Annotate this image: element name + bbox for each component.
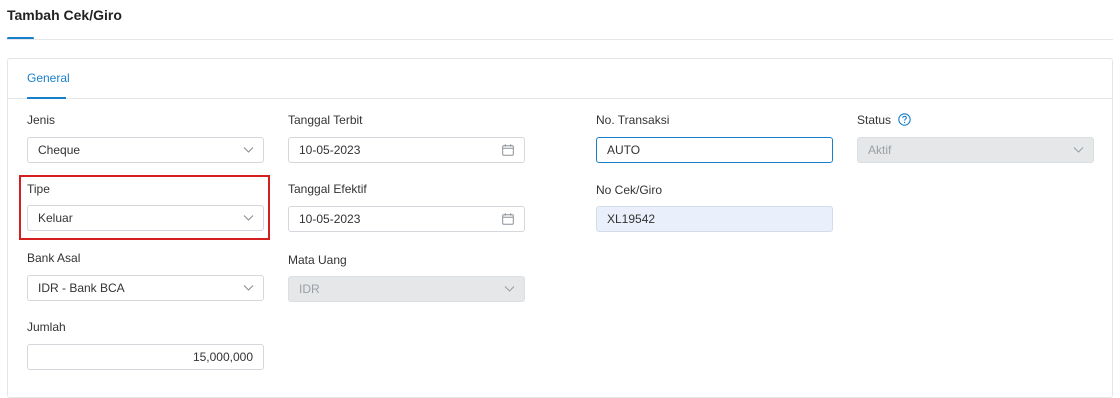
tab-divider	[8, 98, 1112, 99]
chevron-down-icon	[243, 285, 254, 291]
chevron-down-icon	[504, 286, 515, 292]
tipe-label: Tipe	[27, 182, 50, 196]
tab-general[interactable]: General	[27, 71, 70, 85]
no-cek-giro-label: No Cek/Giro	[596, 183, 663, 197]
tanggal-efektif-value: 10-05-2023	[299, 212, 361, 226]
tanggal-efektif-input[interactable]: 10-05-2023	[288, 206, 525, 232]
page-title: Tambah Cek/Giro	[7, 7, 122, 23]
no-cek-giro-value: XL19542	[607, 212, 656, 226]
help-icon[interactable]	[898, 113, 912, 127]
tanggal-terbit-value: 10-05-2023	[299, 143, 361, 157]
jumlah-value: 15,000,000	[192, 350, 253, 364]
jumlah-input[interactable]: 15,000,000	[27, 344, 264, 370]
no-cek-giro-input[interactable]: XL19542	[596, 206, 833, 232]
no-transaksi-input[interactable]: AUTO	[596, 137, 833, 163]
no-transaksi-label: No. Transaksi	[596, 113, 670, 127]
no-transaksi-value: AUTO	[607, 143, 641, 157]
status-label-row: Status	[857, 113, 912, 127]
bank-asal-select[interactable]: IDR - Bank BCA	[27, 275, 264, 301]
chevron-down-icon	[1073, 147, 1084, 153]
mata-uang-value: IDR	[299, 282, 320, 296]
tanggal-efektif-label: Tanggal Efektif	[288, 182, 367, 196]
bank-asal-value: IDR - Bank BCA	[38, 281, 125, 295]
calendar-icon[interactable]	[502, 213, 514, 225]
title-divider	[7, 39, 1113, 40]
bank-asal-label: Bank Asal	[27, 251, 81, 265]
tipe-select[interactable]: Keluar	[27, 205, 264, 231]
jenis-value: Cheque	[38, 143, 81, 157]
chevron-down-icon	[243, 147, 254, 153]
status-select: Aktif	[857, 137, 1094, 163]
mata-uang-label: Mata Uang	[288, 253, 347, 267]
chevron-down-icon	[243, 215, 254, 221]
mata-uang-select: IDR	[288, 276, 525, 302]
status-label: Status	[857, 113, 892, 127]
status-value: Aktif	[868, 143, 892, 157]
tanggal-terbit-label: Tanggal Terbit	[288, 113, 363, 127]
jenis-select[interactable]: Cheque	[27, 137, 264, 163]
jenis-label: Jenis	[27, 113, 56, 127]
tab-active-indicator	[27, 97, 66, 99]
tipe-value: Keluar	[38, 211, 73, 225]
tanggal-terbit-input[interactable]: 10-05-2023	[288, 137, 525, 163]
jumlah-label: Jumlah	[27, 320, 66, 334]
calendar-icon[interactable]	[502, 144, 514, 156]
